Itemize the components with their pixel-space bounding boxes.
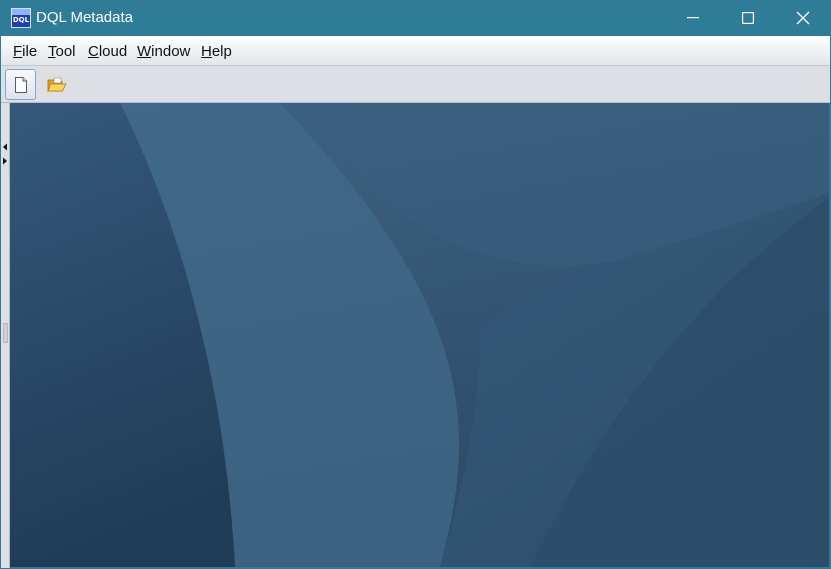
menu-tool-mnemonic: T <box>48 43 56 60</box>
menu-cloud[interactable]: Cloud <box>88 43 127 60</box>
menu-help-label: elp <box>211 43 232 60</box>
minimize-icon <box>686 17 699 19</box>
minimize-button[interactable] <box>665 0 720 36</box>
toolbar <box>1 66 830 103</box>
maximize-icon <box>741 12 754 24</box>
close-icon <box>796 11 809 25</box>
menu-tool-label: ool <box>55 43 76 60</box>
new-file-button[interactable] <box>5 69 36 100</box>
close-button[interactable] <box>775 0 830 36</box>
menu-bar: File Tool Cloud Window Help <box>1 36 830 66</box>
app-logo-text: DQL <box>12 16 30 24</box>
splitter-grip[interactable] <box>3 323 8 343</box>
menu-window[interactable]: Window <box>137 43 190 60</box>
menu-file-label: ile <box>22 43 38 60</box>
expand-right-arrow-icon[interactable] <box>2 157 8 165</box>
menu-file-mnemonic: F <box>13 43 23 60</box>
desktop-area <box>10 103 829 567</box>
menu-help[interactable]: Help <box>201 43 232 60</box>
app-logo-icon: DQL <box>11 8 31 28</box>
maximize-button[interactable] <box>720 0 775 36</box>
menu-window-label: indow <box>151 43 191 60</box>
menu-help-mnemonic: H <box>201 43 212 60</box>
window-title: DQL Metadata <box>36 9 133 26</box>
menu-file[interactable]: File <box>13 43 37 60</box>
menu-cloud-label: loud <box>98 43 128 60</box>
left-splitter[interactable] <box>1 103 10 568</box>
open-folder-icon <box>46 77 67 91</box>
menu-window-mnemonic: W <box>137 43 152 60</box>
menu-tool[interactable]: Tool <box>48 43 76 60</box>
title-bar[interactable]: DQL DQL Metadata <box>0 0 831 36</box>
desktop-background <box>10 103 829 567</box>
menu-cloud-mnemonic: C <box>88 43 99 60</box>
app-window: DQL DQL Metadata File Tool Cloud Window … <box>0 0 831 569</box>
collapse-left-arrow-icon[interactable] <box>2 143 8 151</box>
open-file-button[interactable] <box>41 69 72 100</box>
new-document-icon <box>14 76 27 93</box>
